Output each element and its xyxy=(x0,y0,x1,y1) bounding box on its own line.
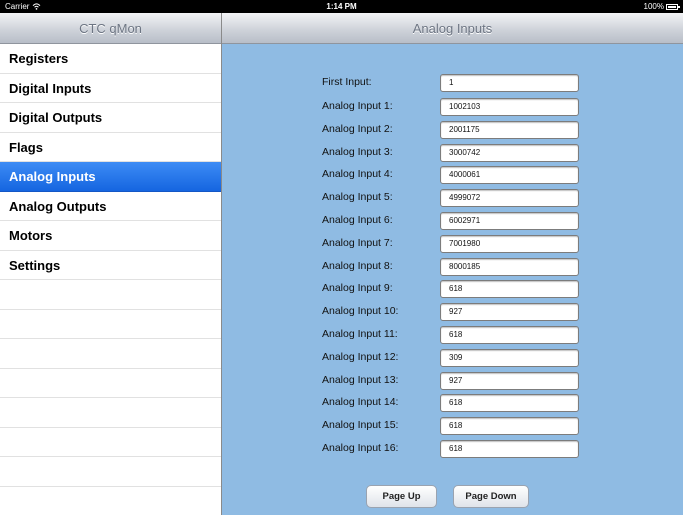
analog-input-row: Analog Input 7: 7001980 xyxy=(222,234,683,253)
analog-input-field[interactable]: 1002103 xyxy=(440,98,579,116)
analog-input-label: Analog Input 11: xyxy=(322,328,398,340)
analog-input-label: Analog Input 1: xyxy=(322,100,393,112)
analog-input-field[interactable]: 4999072 xyxy=(440,189,579,208)
analog-input-label: Analog Input 14: xyxy=(322,396,399,409)
analog-input-field[interactable]: 7001980 xyxy=(440,234,579,253)
sidebar-item-registers[interactable]: Registers xyxy=(0,44,221,74)
analog-input-field[interactable]: 618 xyxy=(440,326,579,344)
analog-input-field[interactable]: 309 xyxy=(440,348,579,367)
analog-input-label: Analog Input 16: xyxy=(322,442,399,454)
analog-input-label: Analog Input 4: xyxy=(322,168,393,181)
analog-input-label: Analog Input 3: xyxy=(322,145,393,158)
analog-input-label: Analog Input 10: xyxy=(322,305,399,318)
analog-input-field[interactable]: 618 xyxy=(440,417,579,436)
sidebar-item-flags[interactable]: Flags xyxy=(0,133,221,162)
analog-input-field[interactable]: 3000742 xyxy=(440,143,579,162)
status-bar: Carrier 1:14 PM 100% xyxy=(0,0,683,13)
analog-input-row: Analog Input 13: 927 xyxy=(222,371,683,390)
detail-pane: Analog Inputs First Input: 1 Analog Inpu… xyxy=(222,13,683,515)
analog-input-row: Analog Input 6: 6002971 xyxy=(222,212,683,230)
sidebar-item-digital-outputs[interactable]: Digital Outputs xyxy=(0,103,221,133)
analog-input-label: Analog Input 6: xyxy=(322,214,393,226)
sidebar-item-analog-inputs[interactable]: Analog Inputs xyxy=(0,162,221,192)
analog-input-label: Analog Input 9: xyxy=(322,282,393,295)
analog-input-field[interactable]: 927 xyxy=(440,303,579,322)
empty-row xyxy=(0,310,221,339)
sidebar-item-settings[interactable]: Settings xyxy=(0,251,221,280)
analog-input-row: Analog Input 11: 618 xyxy=(222,326,683,344)
analog-input-row: Analog Input 14: 618 xyxy=(222,394,683,413)
empty-row xyxy=(0,457,221,487)
analog-input-label: Analog Input 13: xyxy=(322,373,399,386)
analog-input-row: Analog Input 1: 1002103 xyxy=(222,98,683,116)
analog-input-field[interactable]: 8000185 xyxy=(440,257,579,276)
page-up-button[interactable]: Page Up xyxy=(366,485,437,508)
empty-row xyxy=(0,487,221,515)
analog-input-row: Analog Input 15: 618 xyxy=(222,417,683,436)
empty-row xyxy=(0,428,221,457)
analog-input-row: Analog Input 2: 2001175 xyxy=(222,120,683,139)
analog-input-field[interactable]: 618 xyxy=(440,440,579,458)
empty-row xyxy=(0,369,221,398)
menu-list: Registers Digital Inputs Digital Outputs Fl… xyxy=(0,44,221,515)
analog-input-row: Analog Input 12: 309 xyxy=(222,348,683,367)
sidebar-item-motors[interactable]: Motors xyxy=(0,221,221,251)
analog-input-label: Analog Input 12: xyxy=(322,350,399,363)
page-down-button[interactable]: Page Down xyxy=(453,485,529,508)
master-pane: CTC qMon Registers Digital Inputs Digital … xyxy=(0,13,222,515)
master-title: CTC qMon xyxy=(0,13,221,44)
analog-input-field[interactable]: 618 xyxy=(440,394,579,413)
analog-input-field[interactable]: 4000061 xyxy=(440,166,579,185)
sidebar-item-digital-inputs[interactable]: Digital Inputs xyxy=(0,74,221,103)
analog-input-label: Analog Input 2: xyxy=(322,122,393,135)
sidebar-item-analog-outputs[interactable]: Analog Outputs xyxy=(0,192,221,221)
analog-input-field[interactable]: 6002971 xyxy=(440,212,579,230)
analog-input-field[interactable]: 618 xyxy=(440,280,579,299)
battery-percent: 100% xyxy=(643,2,664,11)
battery-icon xyxy=(666,3,680,10)
analog-input-row: Analog Input 16: 618 xyxy=(222,440,683,458)
analog-input-field[interactable]: 927 xyxy=(440,371,579,390)
analog-input-field[interactable]: 2001175 xyxy=(440,120,579,139)
status-time: 1:14 PM xyxy=(326,2,357,11)
analog-input-row: Analog Input 8: 8000185 xyxy=(222,257,683,276)
first-input-field[interactable]: 1 xyxy=(440,74,579,92)
analog-input-row: Analog Input 9: 618 xyxy=(222,280,683,299)
first-input-row: First Input: 1 xyxy=(222,74,683,92)
empty-row xyxy=(0,339,221,369)
analog-input-label: Analog Input 5: xyxy=(322,191,393,204)
detail-title: Analog Inputs xyxy=(222,13,683,44)
empty-row xyxy=(0,398,221,428)
first-input-label: First Input: xyxy=(322,76,372,88)
analog-input-label: Analog Input 7: xyxy=(322,236,393,249)
analog-input-label: Analog Input 8: xyxy=(322,259,393,272)
analog-input-row: Analog Input 10: 927 xyxy=(222,303,683,322)
analog-input-row: Analog Input 4: 4000061 xyxy=(222,166,683,185)
empty-row xyxy=(0,280,221,310)
battery-indicator: 100% xyxy=(643,0,680,13)
analog-input-row: Analog Input 5: 4999072 xyxy=(222,189,683,208)
analog-input-label: Analog Input 15: xyxy=(322,419,399,432)
analog-input-row: Analog Input 3: 3000742 xyxy=(222,143,683,162)
